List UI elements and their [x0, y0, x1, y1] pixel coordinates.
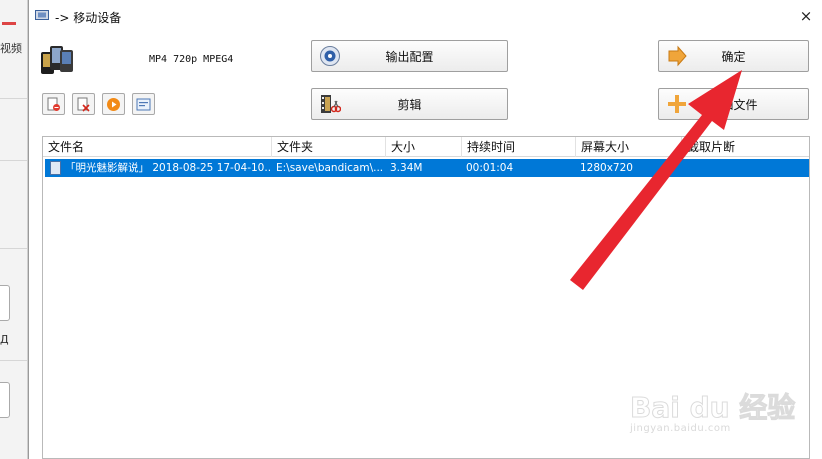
add-file-button[interactable]: 添加文件	[658, 88, 809, 120]
column-header-folder[interactable]: 文件夹	[272, 137, 386, 157]
background-divider	[0, 98, 27, 99]
remove-file-icon	[47, 97, 60, 111]
cell-file-name: 「明光魅影解说」 2018-08-25 17-04-10...	[65, 162, 271, 174]
background-red-mark	[2, 22, 16, 25]
add-file-icon	[665, 93, 689, 115]
screenshot: 视频 Д -> 移动设备 × MP4 720p MPEG4 输出配置 剪辑 确定…	[0, 0, 822, 459]
watermark-url: jingyan.baidu.com	[630, 423, 731, 434]
table-header: 文件名 文件夹 大小 持续时间 屏幕大小 截取片断	[43, 137, 809, 157]
column-header-size[interactable]: 大小	[386, 137, 462, 157]
clear-list-button[interactable]	[72, 93, 95, 115]
column-header-name[interactable]: 文件名	[43, 137, 272, 157]
output-profile-label: MP4 720p MPEG4	[149, 54, 234, 65]
table-row[interactable]: 「明光魅影解说」 2018-08-25 17-04-10... E:\save\…	[45, 159, 809, 177]
mobile-device-icon	[41, 46, 73, 74]
video-file-icon	[50, 161, 61, 175]
watermark-logo-text: Bai du 经验	[629, 391, 796, 425]
background-side-letter: Д	[0, 333, 9, 346]
dialog-title: -> 移动设备	[55, 11, 122, 25]
clip-button[interactable]: 剪辑	[311, 88, 508, 120]
app-icon	[35, 10, 49, 20]
background-divider	[0, 248, 27, 249]
cell-clip	[686, 159, 806, 177]
output-config-button[interactable]: 输出配置	[311, 40, 508, 72]
background-app-strip: 视频 Д	[0, 0, 28, 459]
column-header-clip[interactable]: 截取片断	[682, 137, 809, 157]
settings-disc-icon	[318, 45, 342, 67]
media-info-icon	[136, 98, 151, 110]
column-header-screen-size[interactable]: 屏幕大小	[576, 137, 682, 157]
play-icon	[107, 97, 120, 111]
cell-duration: 00:01:04	[466, 162, 514, 174]
cell-folder: E:\save\bandicam\...	[276, 162, 384, 174]
cell-screen-size: 1280x720	[580, 162, 633, 174]
confirm-arrow-icon	[665, 45, 689, 67]
remove-file-button[interactable]	[42, 93, 65, 115]
play-button[interactable]	[102, 93, 125, 115]
background-file-icon	[0, 382, 10, 418]
cell-size: 3.34M	[390, 162, 423, 174]
media-info-button[interactable]	[132, 93, 155, 115]
close-button[interactable]: ×	[797, 7, 815, 25]
background-divider	[0, 160, 27, 161]
column-header-duration[interactable]: 持续时间	[462, 137, 576, 157]
background-side-label: 视频	[0, 42, 22, 55]
film-scissors-icon	[318, 93, 342, 115]
clear-list-icon	[77, 97, 90, 112]
background-file-icon	[0, 285, 10, 321]
title-bar[interactable]: -> 移动设备 ×	[29, 0, 822, 30]
baidu-watermark: Bai du 经验 jingyan.baidu.com	[629, 380, 800, 450]
background-divider	[0, 360, 27, 361]
confirm-button[interactable]: 确定	[658, 40, 809, 72]
